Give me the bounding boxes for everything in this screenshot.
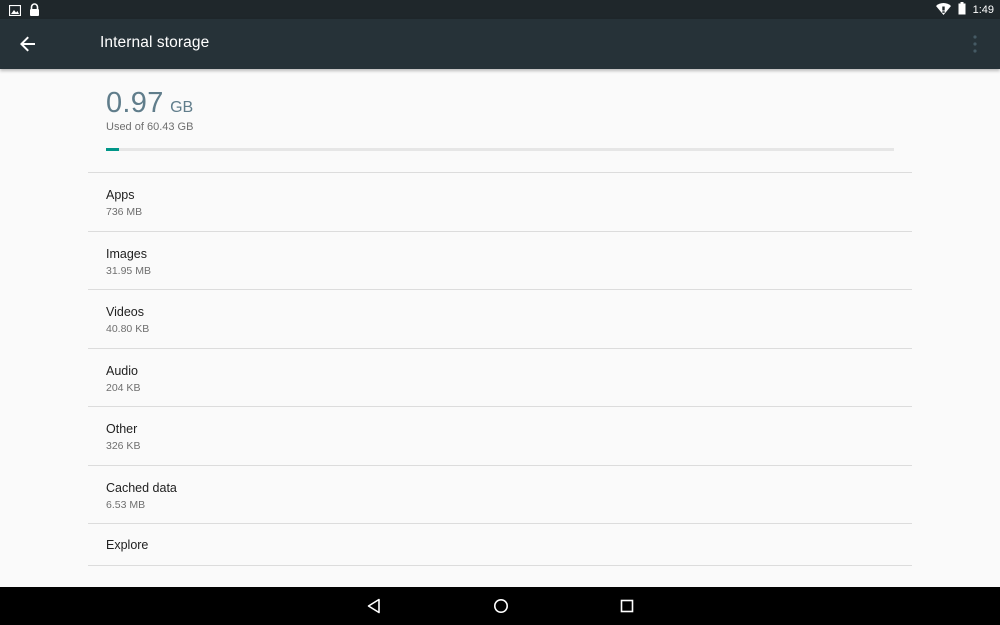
toolbar: Internal storage (0, 19, 1000, 69)
storage-category-list: Apps 736 MB Images 31.95 MB Videos 40.80… (88, 172, 912, 566)
back-triangle-icon[interactable] (363, 595, 385, 617)
item-size: 326 KB (106, 440, 141, 452)
item-size: 736 MB (106, 206, 143, 218)
page-title: Internal storage (100, 34, 210, 51)
item-size: 6.53 MB (106, 498, 146, 511)
status-bar: 1:49 (0, 0, 1000, 19)
item-title: Cached data (106, 480, 177, 495)
item-size: 40.80 KB (106, 323, 150, 335)
list-item-images[interactable]: Images 31.95 MB (88, 230, 912, 290)
item-title: Explore (106, 538, 149, 552)
list-item-explore[interactable]: Explore (88, 523, 912, 566)
list-item-audio[interactable]: Audio 204 KB (88, 347, 912, 407)
used-amount: 0.97 GB (106, 87, 193, 120)
navigation-bar (0, 587, 1000, 625)
list-item-other[interactable]: Other 326 KB (88, 406, 912, 465)
used-unit: GB (170, 99, 194, 116)
item-title: Apps (106, 188, 135, 202)
home-circle-icon[interactable] (490, 595, 512, 617)
item-title: Other (106, 422, 138, 436)
overflow-menu-icon[interactable] (966, 32, 984, 56)
list-item-apps[interactable]: Apps 736 MB (88, 172, 912, 231)
recents-square-icon[interactable] (616, 595, 638, 617)
item-size: 31.95 MB (106, 264, 151, 277)
storage-summary: 0.97 GB Used of 60.43 GB (88, 69, 912, 172)
item-title: Audio (106, 363, 138, 378)
storage-progress-fill (106, 148, 119, 151)
item-title: Videos (106, 305, 144, 319)
storage-progress-bar (106, 148, 894, 151)
battery-icon (958, 2, 966, 18)
used-value: 0.97 (106, 87, 164, 119)
status-time: 1:49 (972, 3, 994, 16)
list-item-videos[interactable]: Videos 40.80 KB (88, 289, 912, 348)
list-item-cached-data[interactable]: Cached data 6.53 MB (88, 464, 912, 524)
used-of-total: Used of 60.43 GB (106, 121, 194, 133)
arrow-back-icon[interactable] (14, 30, 42, 58)
item-title: Images (106, 246, 147, 261)
wifi-icon (935, 2, 951, 18)
item-size: 204 KB (106, 381, 141, 394)
